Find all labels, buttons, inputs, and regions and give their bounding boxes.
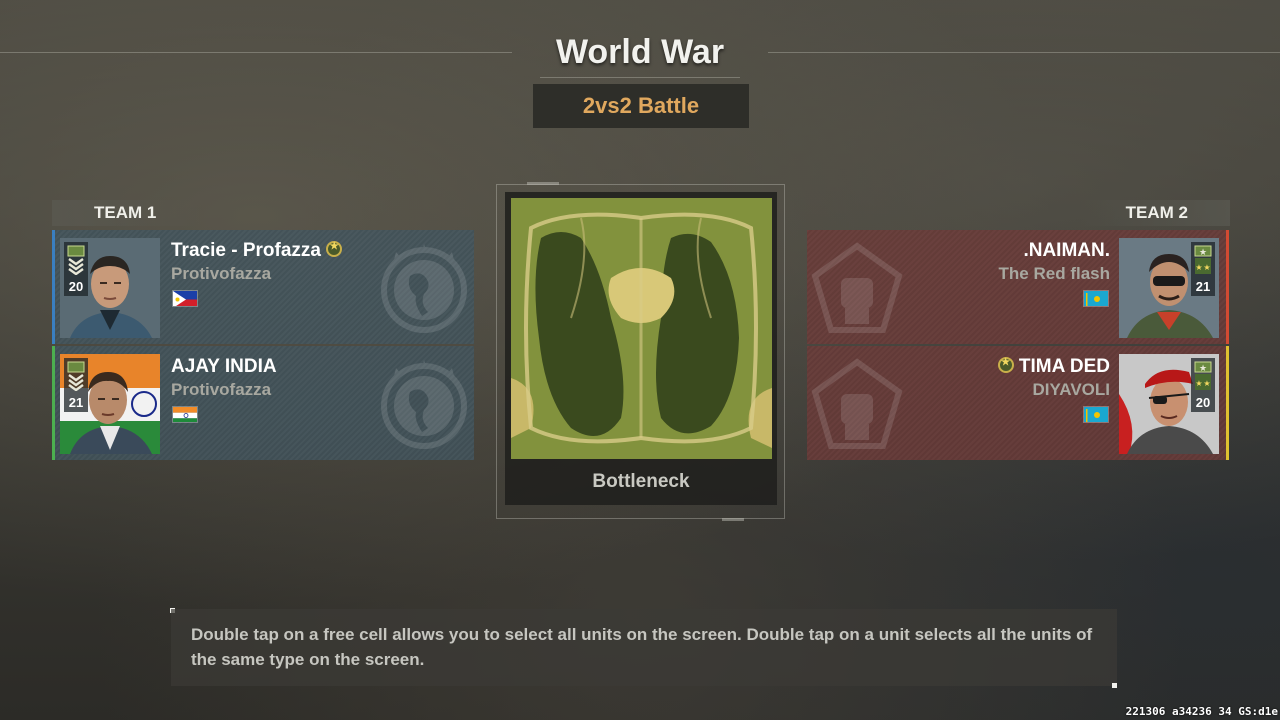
rank-chevron-icon	[67, 361, 85, 391]
svg-text:★: ★	[1199, 247, 1207, 257]
india-flag-icon	[172, 406, 198, 423]
player-clan: Protivofazza	[171, 380, 272, 399]
player-name: Tracie - Profazza	[171, 240, 343, 262]
team2-player-card-1[interactable]: ★ ★ ★ 21 .NAIMAN. The Red flash	[807, 230, 1229, 344]
player-avatar: 21	[60, 354, 160, 454]
clan-star-icon	[326, 241, 343, 257]
svg-text:★: ★	[1195, 379, 1202, 388]
team1-label: TEAM 1	[94, 203, 157, 222]
map-preview-image[interactable]	[511, 198, 772, 459]
frame-tick	[722, 518, 744, 521]
rank-number: 21	[1195, 279, 1211, 294]
kazakhstan-flag-icon	[1083, 290, 1109, 307]
player-name: .NAIMAN.	[1023, 240, 1110, 261]
svg-text:★: ★	[1203, 263, 1210, 272]
svg-text:★: ★	[1195, 263, 1202, 272]
player-name: AJAY INDIA	[171, 356, 277, 377]
globe-emblem-icon	[381, 244, 467, 333]
rank-badge: 21	[64, 358, 88, 412]
player-avatar: ★ ★ ★ 20	[1119, 354, 1219, 454]
player-clan: DIYAVOLI	[1032, 380, 1110, 399]
player-avatar: ★ ★ ★ 21	[1119, 238, 1219, 338]
player-color-bar	[52, 230, 55, 344]
rank-star-icon: ★ ★ ★	[1194, 245, 1212, 274]
battle-mode-label: 2vs2 Battle	[533, 84, 749, 128]
svg-text:★: ★	[1199, 363, 1207, 373]
team1-header: TEAM 1	[52, 200, 202, 226]
build-info: 221306 a34236 34 GS:d1e	[1125, 705, 1278, 718]
player-color-bar	[52, 346, 55, 460]
player-color-bar	[1226, 346, 1229, 460]
fist-emblem-icon	[811, 358, 903, 449]
philippines-flag-icon	[172, 290, 198, 307]
svg-text:★: ★	[1203, 379, 1210, 388]
rank-number: 20	[1195, 395, 1211, 410]
player-name: TIMA DED	[997, 356, 1110, 378]
rank-chevron-icon	[67, 245, 85, 275]
rank-number: 21	[68, 395, 84, 410]
title-divider-right	[768, 52, 1280, 53]
team2-player-card-2[interactable]: ★ ★ ★ 20 TIMA DED DIYAVOLI	[807, 346, 1229, 460]
kazakhstan-flag-icon	[1083, 406, 1109, 423]
rank-badge: 20	[64, 242, 88, 296]
rank-badge: ★ ★ ★ 21	[1191, 242, 1215, 296]
tip-corner-marker	[1112, 683, 1117, 688]
player-color-bar	[1226, 230, 1229, 344]
title-divider-left	[0, 52, 512, 53]
team1-player-card-2[interactable]: 21 AJAY INDIA Protivofazza	[52, 346, 474, 460]
player-clan: Protivofazza	[171, 264, 272, 283]
player-avatar: 20	[60, 238, 160, 338]
page-title: World War	[540, 28, 740, 78]
gameplay-tip: Double tap on a free cell allows you to …	[171, 609, 1117, 686]
map-name: Bottleneck	[592, 471, 690, 492]
globe-emblem-icon	[381, 360, 467, 449]
team2-label: TEAM 2	[1125, 203, 1188, 222]
clan-star-icon	[997, 357, 1014, 373]
rank-star-icon: ★ ★ ★	[1194, 361, 1212, 390]
frame-tick	[527, 182, 559, 185]
team2-header: TEAM 2	[1080, 200, 1230, 226]
team1-player-card-1[interactable]: 20 Tracie - Profazza Protivofazza	[52, 230, 474, 344]
fist-emblem-icon	[811, 242, 903, 333]
player-clan: The Red flash	[998, 264, 1110, 283]
rank-badge: ★ ★ ★ 20	[1191, 358, 1215, 412]
rank-number: 20	[68, 279, 84, 294]
